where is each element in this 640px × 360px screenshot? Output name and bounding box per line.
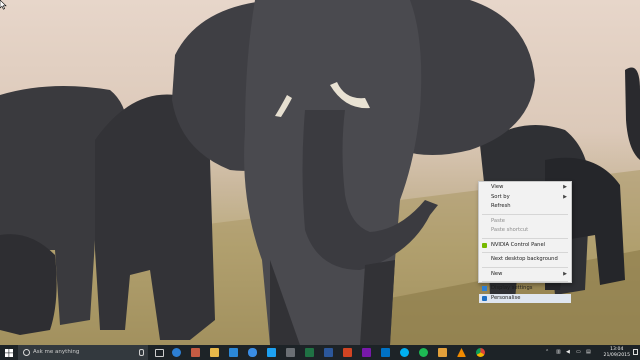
microphone-icon[interactable] xyxy=(139,349,144,356)
volume-icon[interactable]: ◀ xyxy=(566,345,570,360)
menu-item-view[interactable]: View ▶ xyxy=(479,183,571,193)
menu-item-refresh[interactable]: Refresh xyxy=(479,202,571,212)
spotify-icon[interactable] xyxy=(419,348,428,357)
personalise-icon xyxy=(482,295,487,301)
menu-separator xyxy=(482,237,568,239)
menu-item-label: Paste shortcut xyxy=(491,227,529,233)
menu-item-label: Next desktop background xyxy=(491,256,558,262)
display-icon xyxy=(482,286,487,292)
task-view-icon[interactable] xyxy=(155,349,164,357)
onenote-icon[interactable] xyxy=(362,348,371,357)
menu-item-nvidia-control-panel[interactable]: NVIDIA Control Panel xyxy=(479,241,571,251)
vlc-icon[interactable] xyxy=(457,348,466,357)
cortana-icon xyxy=(23,348,30,356)
mouse-cursor-icon xyxy=(0,0,7,10)
onedrive-icon[interactable] xyxy=(248,348,257,357)
menu-item-new[interactable]: New ▶ xyxy=(479,270,571,280)
powerpoint-icon[interactable] xyxy=(343,348,352,357)
network-icon[interactable]: ▥ xyxy=(556,345,561,360)
menu-item-label: Display settings xyxy=(491,285,533,291)
submenu-arrow-icon: ▶ xyxy=(563,184,567,190)
nvidia-icon xyxy=(482,242,487,248)
edge-icon[interactable] xyxy=(172,348,181,357)
menu-item-label: Personalise xyxy=(491,294,521,301)
menu-item-label: New xyxy=(491,270,503,277)
system-clock[interactable]: 13:04 21/09/2015 xyxy=(604,347,630,359)
desktop-context-menu: View ▶ Sort by ▶ Refresh Paste Paste sho… xyxy=(478,181,572,303)
submenu-arrow-icon: ▶ xyxy=(563,270,567,277)
store-icon[interactable] xyxy=(191,348,200,357)
search-placeholder: Ask me anything xyxy=(33,349,80,355)
calculator-icon[interactable] xyxy=(286,348,295,357)
menu-item-personalise[interactable]: Personalise xyxy=(479,293,571,303)
menu-separator xyxy=(482,213,568,215)
chrome-icon[interactable] xyxy=(476,348,485,357)
word-icon[interactable] xyxy=(324,348,333,357)
menu-item-label: View xyxy=(491,184,504,190)
battery-icon[interactable]: ▭ xyxy=(576,345,581,360)
skype-icon[interactable] xyxy=(400,348,409,357)
taskbar: Ask me anything ⌃ ▥ ◀ ▭ ▤ 13:04 21/09/20… xyxy=(0,345,640,360)
cortana-search-box[interactable]: Ask me anything xyxy=(18,345,148,360)
mail-icon[interactable] xyxy=(229,348,238,357)
menu-separator xyxy=(482,281,568,282)
submenu-arrow-icon: ▶ xyxy=(563,193,567,200)
outlook-icon[interactable] xyxy=(381,348,390,357)
menu-item-sort-by[interactable]: Sort by ▶ xyxy=(479,193,571,203)
menu-item-label: Paste xyxy=(491,217,506,224)
menu-item-paste[interactable]: Paste xyxy=(479,217,571,227)
tray-overflow-icon[interactable]: ⌃ xyxy=(545,345,549,360)
menu-item-label: Sort by xyxy=(491,193,510,200)
action-center-icon[interactable] xyxy=(633,349,638,355)
clock-date: 21/09/2015 xyxy=(603,352,630,358)
menu-item-paste-shortcut[interactable]: Paste shortcut xyxy=(479,226,571,236)
start-button[interactable] xyxy=(0,345,18,360)
menu-separator xyxy=(482,266,568,268)
explorer-icon[interactable] xyxy=(210,348,219,357)
menu-item-label: Refresh xyxy=(491,203,511,209)
input-language-icon[interactable]: ▤ xyxy=(586,345,591,360)
menu-separator xyxy=(482,252,568,253)
twitter-icon[interactable] xyxy=(267,348,276,357)
menu-item-label: NVIDIA Control Panel xyxy=(491,241,546,248)
paint-icon[interactable] xyxy=(438,348,447,357)
menu-item-display-settings[interactable]: Display settings xyxy=(479,284,571,294)
excel-icon[interactable] xyxy=(305,348,314,357)
desktop-wallpaper[interactable]: View ▶ Sort by ▶ Refresh Paste Paste sho… xyxy=(0,0,640,345)
menu-item-next-desktop-background[interactable]: Next desktop background xyxy=(479,255,571,265)
windows-logo-icon xyxy=(5,348,13,357)
